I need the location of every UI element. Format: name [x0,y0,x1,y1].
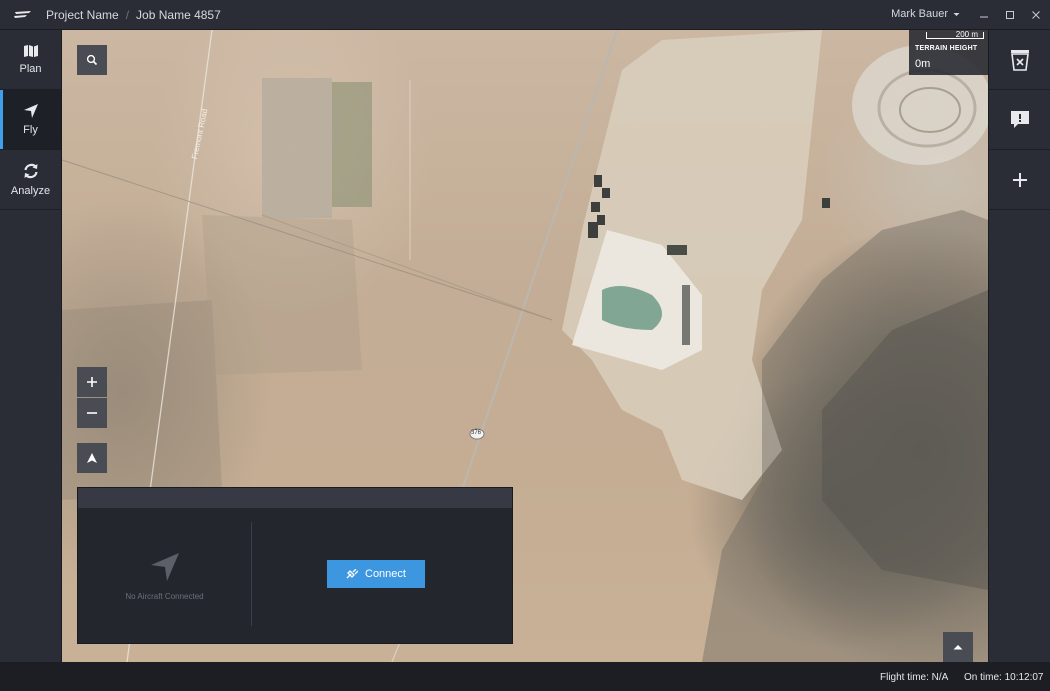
close-icon [1032,11,1040,19]
panel-header [78,488,512,508]
no-flight-zone-icon [1010,49,1029,71]
plug-connect-icon [346,569,358,579]
nav-item-label: Fly [23,124,38,136]
terrain-height-value: 0m [915,58,931,70]
alerts-button[interactable] [989,90,1050,150]
zoom-in-button[interactable] [77,367,107,397]
alert-message-icon [1010,110,1029,128]
add-button[interactable] [989,150,1050,210]
left-navigation: Plan Fly Analyze [0,30,62,662]
status-bar: Flight time: N/A On time: 10:12:07 [0,662,1050,691]
minimize-button[interactable] [978,9,990,21]
connect-label: Connect [365,568,406,580]
flight-time: Flight time: N/A [880,672,949,683]
aircraft-status: No Aircraft Connected [78,508,251,644]
maximize-button[interactable] [1004,9,1016,21]
close-button[interactable] [1030,9,1042,21]
connect-button[interactable]: Connect [327,560,425,588]
map-icon [23,45,38,57]
caret-up-icon [953,645,963,650]
minus-icon [87,412,97,414]
scale-terrain-panel: 200 m TERRAIN HEIGHT 0m [909,30,988,75]
nav-item-label: Analyze [10,185,51,197]
title-bar: Project Name / Job Name 4857 Mark Bauer [0,0,1050,30]
terrain-height-title: TERRAIN HEIGHT [915,45,978,52]
maximize-icon [1006,11,1014,19]
on-time: On time: 10:12:07 [964,672,1044,683]
plus-icon [87,377,97,387]
satellite-map[interactable]: Fremont Road 376 200 m TERRAIN HEIGHT 0m… [62,30,988,662]
right-toolbar [988,30,1050,662]
breadcrumb-separator: / [125,7,130,22]
minimize-icon [980,16,988,18]
nav-item-analyze[interactable]: Analyze [0,150,61,210]
user-menu[interactable]: Mark Bauer [891,8,960,20]
search-icon [86,54,98,66]
expand-panel-button[interactable] [943,632,973,662]
aircraft-connect-panel: No Aircraft Connected Connect [77,487,513,644]
aircraft-arrow-icon [150,552,179,581]
compass-button[interactable] [77,443,107,473]
nav-item-fly[interactable]: Fly [0,90,61,150]
search-button[interactable] [77,45,107,75]
refresh-cycle-icon [23,163,38,179]
zoom-out-button[interactable] [77,398,107,428]
north-arrow-icon [87,453,97,463]
chevron-down-icon [953,12,960,16]
no-flight-zone-button[interactable] [989,30,1050,90]
panel-divider [251,522,252,626]
nav-item-label: Plan [19,63,42,75]
no-aircraft-label: No Aircraft Connected [125,591,204,601]
breadcrumb-job[interactable]: Job Name 4857 [136,8,221,22]
app-logo-icon[interactable] [0,0,46,30]
nav-item-plan[interactable]: Plan [0,30,61,90]
route-marker-label: 376 [471,430,482,436]
scale-label: 200 m [955,30,978,39]
plus-icon [1012,172,1027,187]
navigation-arrow-icon [23,104,38,118]
user-name: Mark Bauer [891,8,948,20]
breadcrumb-project[interactable]: Project Name [46,8,119,22]
